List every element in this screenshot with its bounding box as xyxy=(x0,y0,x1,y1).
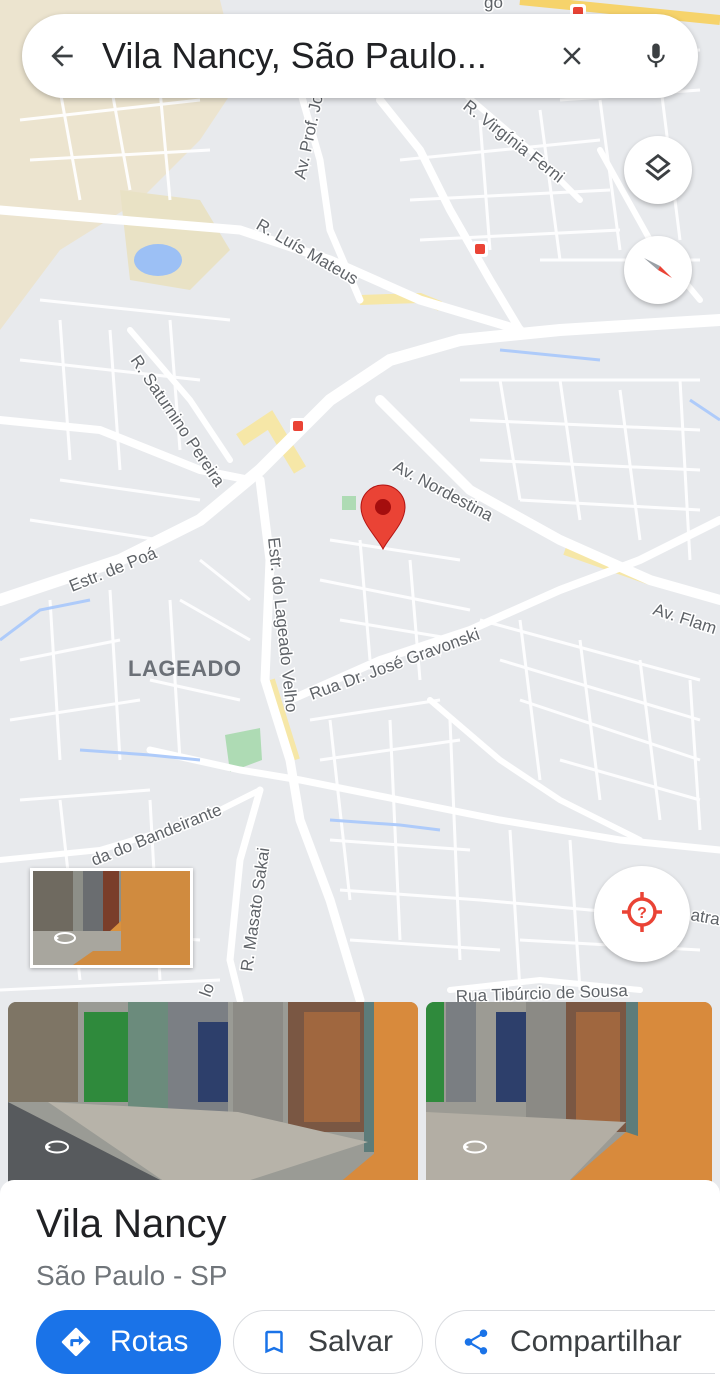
my-location-button[interactable]: ? xyxy=(594,866,690,962)
street-view-thumbnail[interactable] xyxy=(30,868,193,968)
share-button[interactable]: Compartilhar xyxy=(435,1310,715,1374)
compass-button[interactable] xyxy=(624,236,692,304)
microphone-icon[interactable] xyxy=(614,14,698,98)
back-arrow-icon[interactable] xyxy=(22,14,102,98)
place-title: Vila Nancy xyxy=(36,1202,227,1246)
street-view-photo[interactable] xyxy=(8,1002,418,1184)
directions-button[interactable]: Rotas xyxy=(36,1310,221,1374)
svg-text:?: ? xyxy=(637,905,647,922)
compass-icon xyxy=(638,248,678,293)
place-subtitle: São Paulo - SP xyxy=(36,1260,228,1291)
save-button[interactable]: Salvar xyxy=(233,1310,423,1374)
street-label: go xyxy=(484,0,503,12)
share-icon xyxy=(456,1322,496,1362)
close-icon[interactable] xyxy=(530,14,614,98)
save-label: Salvar xyxy=(308,1325,394,1358)
area-label-lageado: LAGEADO xyxy=(128,656,242,681)
360-rotate-icon xyxy=(53,931,77,950)
directions-icon xyxy=(56,1322,96,1362)
360-rotate-icon xyxy=(44,1139,70,1160)
photo-carousel[interactable] xyxy=(0,1002,720,1184)
street-view-photo[interactable] xyxy=(426,1002,712,1184)
bookmark-icon xyxy=(254,1322,294,1362)
action-chips: Rotas Salvar Compartilhar xyxy=(36,1310,715,1374)
location-unknown-icon: ? xyxy=(620,890,664,939)
directions-label: Rotas xyxy=(110,1325,189,1358)
place-sheet[interactable]: Vila Nancy São Paulo - SP Rotas Salvar C… xyxy=(0,1180,720,1400)
search-query-text[interactable]: Vila Nancy, São Paulo... xyxy=(102,35,530,77)
share-label: Compartilhar xyxy=(510,1325,682,1358)
360-rotate-icon xyxy=(462,1139,488,1160)
layers-button[interactable] xyxy=(624,136,692,204)
search-bar[interactable]: Vila Nancy, São Paulo... xyxy=(22,14,698,98)
layers-icon xyxy=(641,151,675,190)
